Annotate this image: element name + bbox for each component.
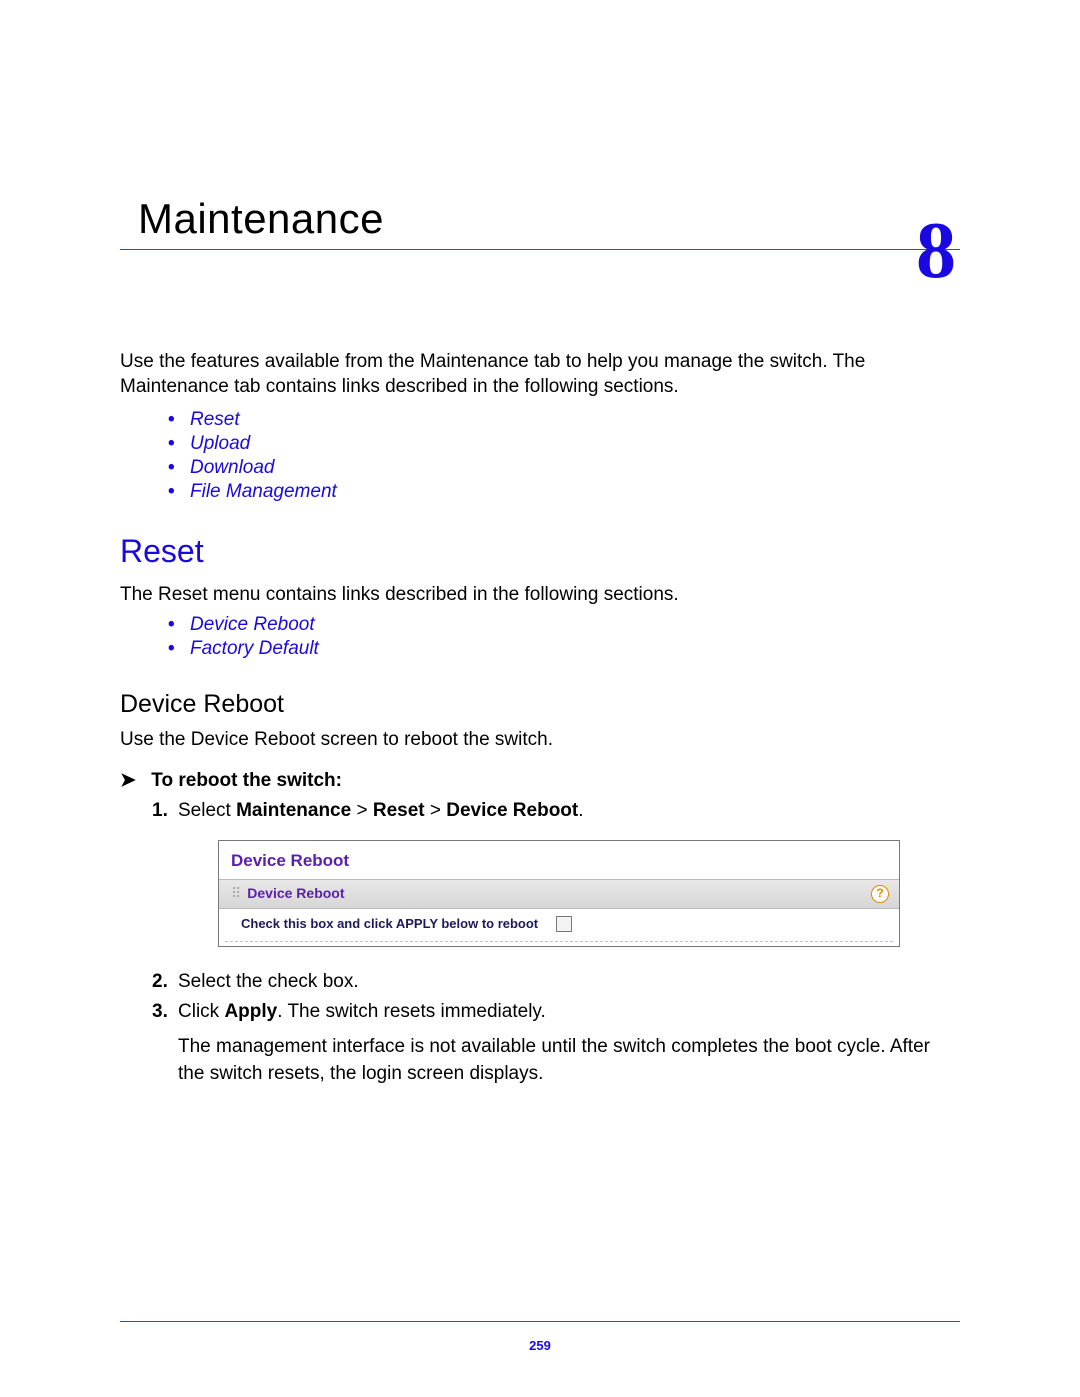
section-heading-reset: Reset [120, 533, 960, 570]
subsection-heading-device-reboot: Device Reboot [120, 690, 960, 719]
task-label: To reboot the switch: [151, 770, 342, 791]
step-1: Select Maintenance > Reset > Device Rebo… [152, 798, 960, 947]
link-download[interactable]: Download [168, 457, 960, 479]
chapter-header: Maintenance 8 [120, 195, 960, 250]
panel-title: Device Reboot [219, 841, 899, 879]
reset-body: The Reset menu contains links described … [120, 582, 960, 608]
link-factory-default[interactable]: Factory Default [168, 638, 960, 660]
link-upload[interactable]: Upload [168, 433, 960, 455]
step-3-note: The management interface is not availabl… [178, 1034, 960, 1087]
apply-keyword: Apply [224, 1001, 277, 1022]
task-arrow-icon: ➤ [120, 769, 146, 792]
steps-list: Select Maintenance > Reset > Device Rebo… [120, 798, 960, 1088]
drag-handle-icon[interactable]: ⠿ [231, 884, 239, 904]
link-reset[interactable]: Reset [168, 409, 960, 431]
reset-link-list: Device Reboot Factory Default [120, 614, 960, 660]
intro-paragraph: Use the features available from the Main… [120, 350, 960, 399]
step-1-text: Select Maintenance > Reset > Device Rebo… [178, 800, 584, 821]
page-number: 259 [0, 1338, 1080, 1353]
link-file-management[interactable]: File Management [168, 481, 960, 503]
panel-subtitle: Device Reboot [247, 884, 344, 904]
chapter-title: Maintenance [138, 195, 384, 249]
reboot-row-label: Check this box and click APPLY below to … [241, 915, 538, 933]
step-2: Select the check box. [152, 969, 960, 996]
chapter-number: 8 [916, 227, 956, 275]
step-3: Click Apply. The switch resets immediate… [152, 999, 960, 1087]
link-device-reboot[interactable]: Device Reboot [168, 614, 960, 636]
task-heading: ➤ To reboot the switch: [120, 769, 960, 792]
document-page: Maintenance 8 Use the features available… [0, 0, 1080, 1087]
section-link-list: Reset Upload Download File Management [120, 409, 960, 503]
panel-subheader: ⠿ Device Reboot ? [219, 879, 899, 909]
reboot-checkbox[interactable] [556, 916, 572, 932]
reboot-row: Check this box and click APPLY below to … [225, 909, 893, 942]
device-reboot-panel: Device Reboot ⠿ Device Reboot ? Check th… [218, 840, 900, 947]
help-icon[interactable]: ? [871, 885, 889, 903]
device-reboot-body: Use the Device Reboot screen to reboot t… [120, 727, 960, 753]
footer-divider [120, 1321, 960, 1322]
